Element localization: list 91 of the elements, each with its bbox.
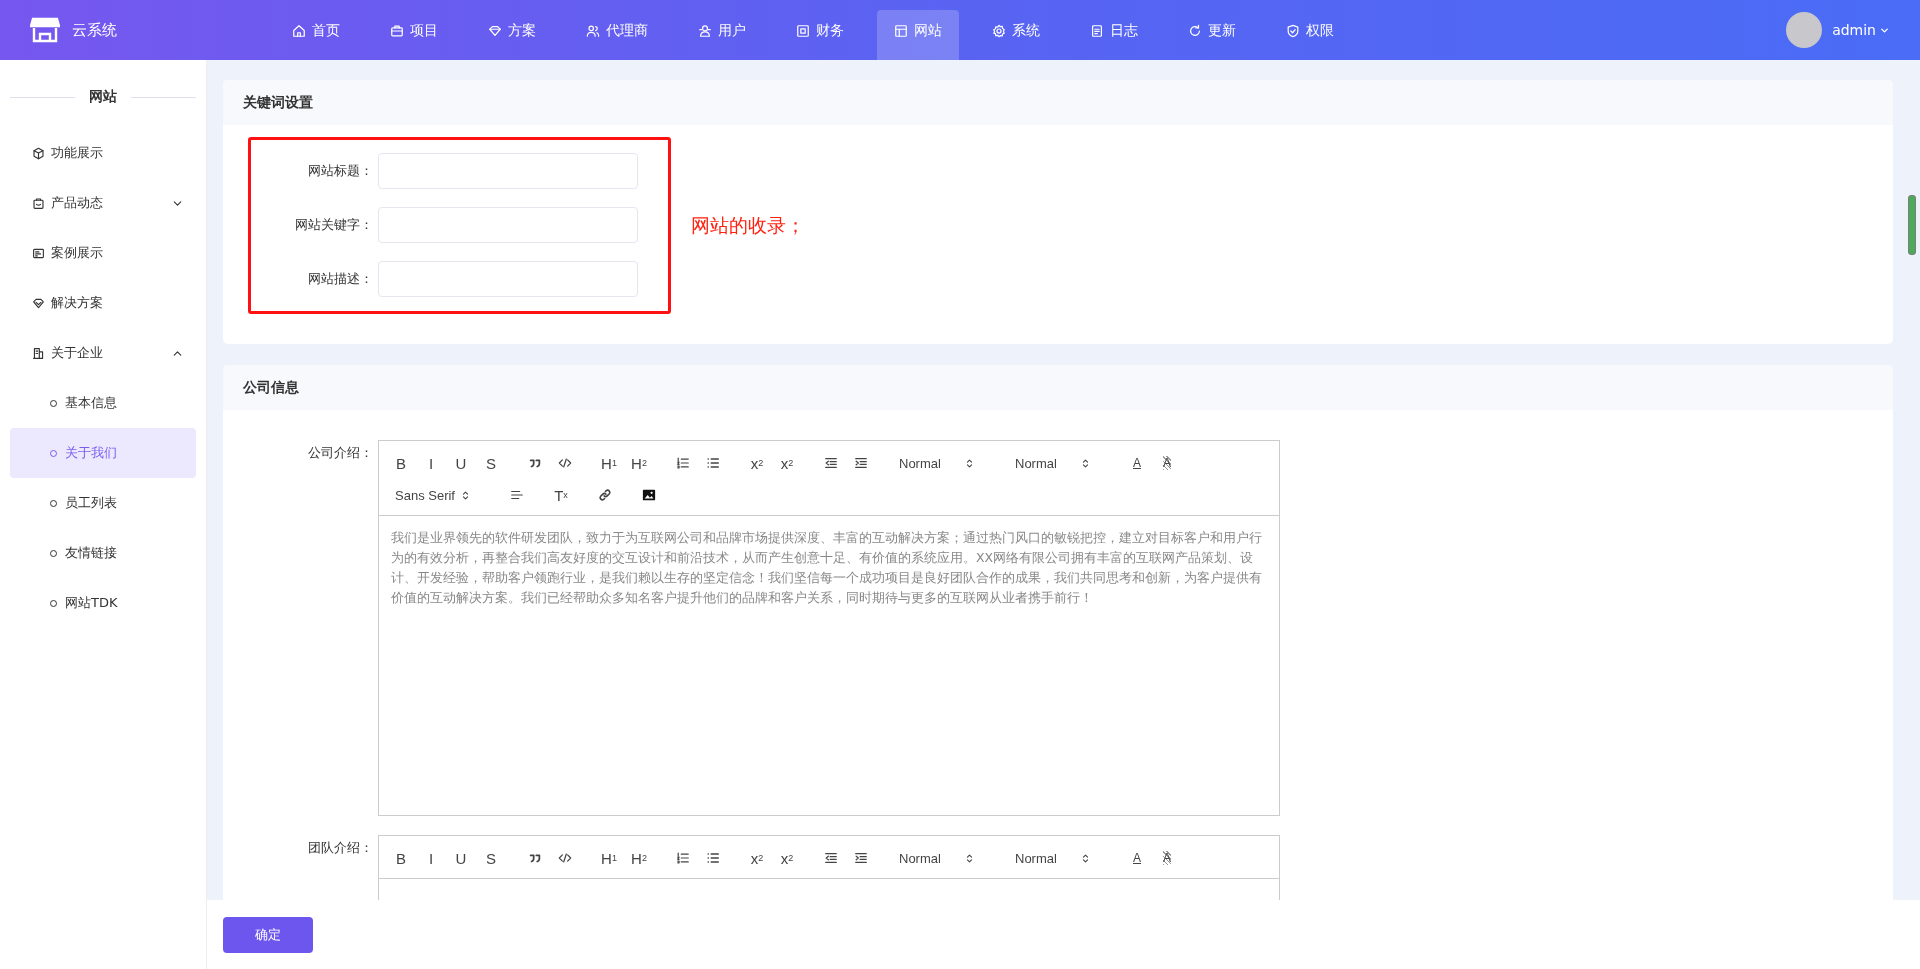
submenu-item[interactable]: 网站TDK <box>10 578 196 628</box>
nav-tab[interactable]: 方案 <box>471 10 553 60</box>
annotation-text: 网站的收录； <box>691 212 805 238</box>
field-label: 团队介绍： <box>307 839 374 857</box>
text-color-button[interactable]: A <box>1123 451 1151 475</box>
editor-text: 我们是业界领先的软件研发团队，致力于为互联网公司和品牌市场提供深度、丰富的互动解决方案；通过热门风口的敏锐把控，建立对目标客户和用户行为的有效分析，再整合我们高友好度的交互设计和前沿技术，从而产生创意十足、有价值的系统应用。XX网络有限公司拥有丰富的互联网产品策划、设计、开发经验，帮助客户领跑行业，是我们赖以生存的坚定信念！我们坚信每一个成功项目是良好团队合作的成果，我们共同思考和创新，为客户提供有价值的互动解决方案。我们已经帮助众多知名客户提升他们的品牌和客户关系，同时期待与更多的互联网从业者携手前行！ <box>390 529 1263 607</box>
dropdown[interactable]: Normal <box>891 451 981 475</box>
caret-icon <box>1080 852 1091 864</box>
indent-icon <box>854 456 868 470</box>
confirm-button[interactable]: 确定 <box>223 916 313 953</box>
format-button[interactable]: B <box>387 451 415 475</box>
input-field[interactable] <box>378 261 638 297</box>
gear-icon <box>992 24 1006 38</box>
field-label: 网站描述： <box>307 270 374 288</box>
refresh-icon <box>1188 24 1202 38</box>
sidebar-item[interactable]: 产品动态 <box>10 178 196 228</box>
panel-icon <box>32 246 45 260</box>
nav-tab[interactable]: 系统 <box>975 10 1057 60</box>
section-title: 关键词设置 <box>243 93 313 112</box>
sidebar-title: 网站 <box>89 88 117 106</box>
submenu-item[interactable]: 员工列表 <box>10 478 196 528</box>
nav-tab[interactable]: 首页 <box>275 10 357 60</box>
format-button[interactable]: S <box>477 451 505 475</box>
sidebar-item[interactable]: 案例展示 <box>10 228 196 278</box>
caret-icon <box>1080 457 1091 469</box>
background-color-button[interactable]: A <box>1153 451 1181 475</box>
numbered-list-icon <box>676 851 690 865</box>
nav-tab[interactable]: 代理商 <box>569 10 665 60</box>
nav-tab[interactable]: 权限 <box>1269 10 1351 60</box>
nav-tab[interactable]: 项目 <box>373 10 455 60</box>
format-button[interactable]: I <box>417 846 445 870</box>
sidebar-item[interactable]: 解决方案 <box>10 278 196 328</box>
field-label: 公司介绍： <box>307 444 374 462</box>
format-button[interactable]: x$^{2}$ <box>773 451 801 475</box>
format-button[interactable]: I <box>417 451 445 475</box>
users-icon <box>586 24 600 38</box>
avatar[interactable] <box>1786 12 1823 48</box>
caret-icon <box>964 852 975 864</box>
image-icon <box>642 488 656 502</box>
outdent-icon <box>824 456 838 470</box>
nav-tab[interactable]: 用户 <box>681 10 763 60</box>
building-icon <box>32 346 45 360</box>
outdent-icon <box>824 851 838 865</box>
code-icon <box>558 456 572 470</box>
submenu-item[interactable]: 友情链接 <box>10 528 196 578</box>
shield-icon <box>1286 24 1300 38</box>
input-field[interactable] <box>378 207 638 243</box>
nav-tab[interactable]: 更新 <box>1171 10 1253 60</box>
scrollbar-thumb[interactable] <box>1908 195 1916 255</box>
text-color-button[interactable]: A <box>1123 846 1151 870</box>
home-icon <box>292 24 306 38</box>
align-left-icon <box>510 488 524 502</box>
dropdown[interactable]: Normal <box>1007 846 1097 870</box>
store-icon <box>30 17 60 43</box>
document-icon <box>1090 24 1104 38</box>
user-menu[interactable]: admin <box>1832 22 1890 38</box>
format-button[interactable]: U <box>447 846 475 870</box>
bag-icon <box>32 196 45 210</box>
diamond-icon <box>488 24 502 38</box>
submenu-item[interactable]: 基本信息 <box>10 378 196 428</box>
nav-tab[interactable]: 财务 <box>779 10 861 60</box>
numbered-list-icon <box>676 456 690 470</box>
format-button[interactable]: B <box>387 846 415 870</box>
background-color-button[interactable]: A <box>1153 846 1181 870</box>
dropdown[interactable]: Sans Serif <box>387 483 477 507</box>
bullet-list-icon <box>706 456 720 470</box>
code-icon <box>558 851 572 865</box>
input-field[interactable] <box>378 153 638 189</box>
diamond-icon <box>32 296 45 310</box>
cube-icon <box>32 146 45 160</box>
link-icon <box>598 488 612 502</box>
dropdown[interactable]: Normal <box>891 846 981 870</box>
sidebar-item[interactable]: 关于企业 <box>10 328 196 378</box>
field-label: 网站关键字： <box>294 216 374 234</box>
format-button[interactable]: x$^{2}$ <box>773 846 801 870</box>
section-title: 公司信息 <box>243 378 299 397</box>
caret-icon <box>460 489 471 501</box>
submenu-item[interactable]: 关于我们 <box>10 428 196 478</box>
layout-icon <box>894 24 908 38</box>
dropdown[interactable]: Normal <box>1007 451 1097 475</box>
sidebar-item[interactable]: 功能展示 <box>10 128 196 178</box>
user-group-icon <box>698 24 712 38</box>
format-button[interactable]: S <box>477 846 505 870</box>
app-title: 云系统 <box>72 20 117 40</box>
nav-tab[interactable]: 日志 <box>1073 10 1155 60</box>
briefcase-icon <box>390 24 404 38</box>
indent-icon <box>854 851 868 865</box>
field-label: 网站标题： <box>307 162 374 180</box>
format-button[interactable]: U <box>447 451 475 475</box>
caret-icon <box>964 457 975 469</box>
bullet-list-icon <box>706 851 720 865</box>
